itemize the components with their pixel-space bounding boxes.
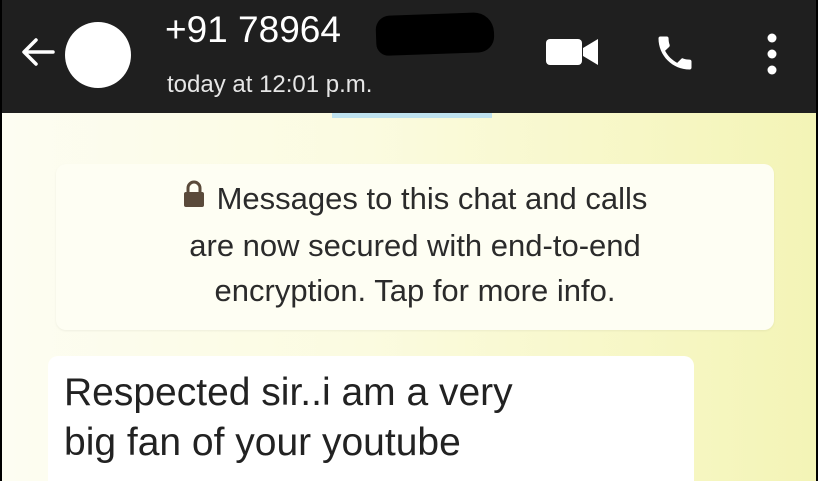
last-seen-status: today at 12:01 p.m.: [167, 71, 373, 98]
chat-screen: +91 78964 today at 12:01 p.m. Messages t…: [2, 0, 816, 481]
lock-icon: [183, 175, 205, 220]
video-call-icon: [546, 39, 598, 65]
message-text-line-1: Respected sir..i am a very: [64, 371, 513, 414]
video-call-button[interactable]: [538, 30, 608, 74]
phone-icon: [658, 36, 692, 70]
redaction-mark: [375, 11, 495, 57]
encryption-notice[interactable]: Messages to this chat and calls are now …: [56, 164, 774, 330]
more-vertical-icon: [767, 33, 777, 75]
encryption-line-1: Messages to this chat and calls: [56, 176, 774, 223]
back-arrow-icon: [22, 38, 55, 66]
chat-header: +91 78964 today at 12:01 p.m.: [2, 0, 816, 113]
header-shadow-strip: [332, 113, 492, 118]
contact-avatar[interactable]: [65, 22, 131, 88]
more-options-button[interactable]: [754, 26, 790, 82]
contact-name[interactable]: +91 78964: [165, 8, 341, 52]
encryption-line-3: encryption. Tap for more info.: [214, 273, 616, 309]
incoming-message-bubble[interactable]: Respected sir..i am a very big fan of yo…: [48, 356, 694, 481]
back-button[interactable]: [16, 32, 60, 72]
voice-call-button[interactable]: [648, 26, 702, 80]
message-text-line-2: big fan of your youtube: [64, 421, 461, 464]
encryption-line-2: are now secured with end-to-end: [189, 228, 641, 264]
